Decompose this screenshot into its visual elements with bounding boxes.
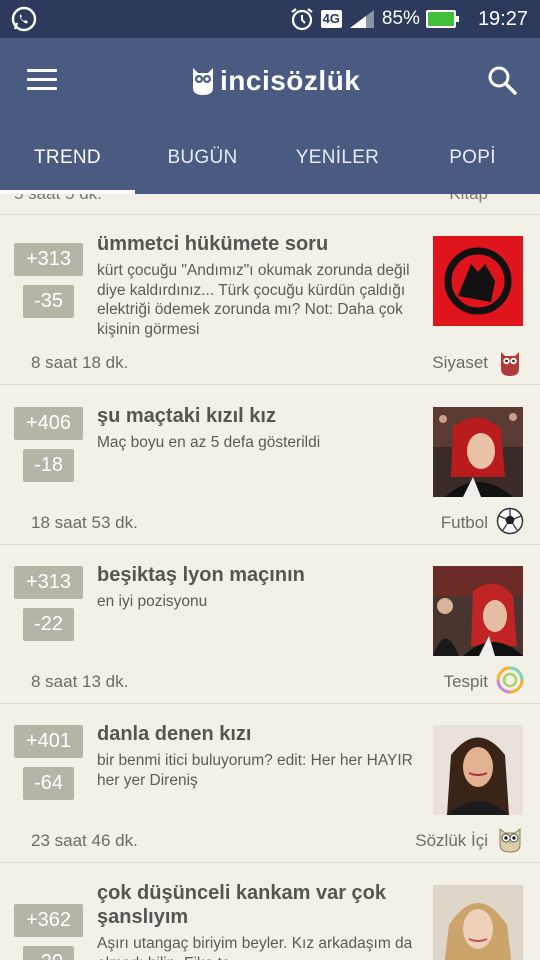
- list-item[interactable]: +406 -18 şu maçtaki kızıl kız Maç boyu e…: [0, 385, 540, 545]
- owl-icon: [499, 827, 521, 853]
- entry-time: 23 saat 46 dk.: [31, 831, 138, 850]
- battery-percentage: 85%: [381, 8, 420, 29]
- upvote-button[interactable]: +313: [14, 243, 83, 276]
- logo-text: incisözlük: [220, 65, 361, 96]
- entry-excerpt: Aşırı utangaç biriyim beyler. Kız arkada…: [97, 935, 413, 960]
- tab-trend[interactable]: TREND: [0, 138, 135, 194]
- tab-bugun[interactable]: BUGÜN: [135, 138, 270, 194]
- upvote-button[interactable]: +406: [14, 407, 83, 440]
- entry-category[interactable]: Kitap: [449, 194, 488, 204]
- entry-category[interactable]: Siyaset: [432, 353, 488, 373]
- network-type-badge: 4G: [320, 10, 342, 28]
- entry-time: 8 saat 13 dk.: [31, 672, 129, 691]
- downvote-button[interactable]: -18: [23, 449, 74, 482]
- entry-thumbnail[interactable]: [433, 566, 523, 656]
- soccer-ball-icon: [496, 507, 524, 535]
- upvote-button[interactable]: +313: [14, 566, 83, 599]
- entry-thumbnail[interactable]: [433, 885, 523, 960]
- whatsapp-icon: [11, 6, 37, 32]
- tab-yeniler[interactable]: YENİLER: [270, 138, 405, 194]
- signal-icon: [349, 10, 374, 28]
- tab-popi[interactable]: POPİ: [405, 138, 540, 194]
- downvote-button[interactable]: -35: [23, 285, 74, 318]
- entry-time: 8 saat 18 dk.: [31, 353, 129, 372]
- entry-thumbnail[interactable]: [433, 407, 523, 497]
- list-item[interactable]: 5 saat 5 dk. Kitap: [0, 194, 540, 215]
- entry-title[interactable]: şu maçtaki kızıl kız: [97, 404, 417, 428]
- entry-thumbnail[interactable]: [433, 725, 523, 815]
- entry-feed[interactable]: 5 saat 5 dk. Kitap +313 -35 ümmetci hükü…: [0, 194, 540, 960]
- lens-icon: [496, 666, 524, 694]
- entry-thumbnail[interactable]: [433, 236, 523, 326]
- owl-flag-icon: [501, 352, 519, 376]
- entry-category[interactable]: Sözlük İçi: [415, 831, 488, 851]
- entry-title[interactable]: danla denen kızı: [97, 722, 417, 746]
- downvote-button[interactable]: -22: [23, 608, 74, 641]
- entry-title[interactable]: ümmetci hükümete soru: [97, 232, 417, 256]
- list-item[interactable]: +362 -20 çok düşünceli kankam var çok şa…: [0, 863, 540, 960]
- alarm-icon: [290, 8, 313, 31]
- entry-excerpt: kürt çocuğu "Andımız"ı okumak zorunda de…: [97, 262, 410, 338]
- entry-category[interactable]: Futbol: [441, 513, 488, 533]
- entry-time: 18 saat 53 dk.: [31, 513, 138, 532]
- menu-icon[interactable]: [27, 69, 57, 91]
- list-item[interactable]: +313 -22 beşiktaş lyon maçının en iyi po…: [0, 545, 540, 704]
- entry-excerpt: bir benmi itici buluyorum? edit: Her her…: [97, 752, 413, 789]
- tab-bar: TREND BUGÜN YENİLER POPİ: [0, 138, 540, 194]
- status-bar: 4G 85% 19:27: [0, 0, 540, 38]
- upvote-button[interactable]: +362: [14, 904, 83, 937]
- list-item[interactable]: +401 -64 danla denen kızı bir benmi itic…: [0, 704, 540, 863]
- list-item[interactable]: +313 -35 ümmetci hükümete soru kürt çocu…: [0, 214, 540, 385]
- app-logo[interactable]: incisözlük: [190, 63, 360, 99]
- battery-charging-icon: [425, 10, 459, 28]
- app-bar: incisözlük TREND BUGÜN YENİLER POPİ: [0, 38, 540, 194]
- entry-excerpt: Maç boyu en az 5 defa gösterildi: [97, 434, 321, 451]
- entry-excerpt: en iyi pozisyonu: [97, 593, 208, 610]
- entry-title[interactable]: çok düşünceli kankam var çok şanslıyım: [97, 881, 417, 929]
- search-icon[interactable]: [486, 64, 518, 96]
- downvote-button[interactable]: -64: [23, 767, 74, 800]
- owl-logo-icon: [193, 68, 213, 95]
- downvote-button[interactable]: -20: [23, 946, 74, 960]
- entry-category[interactable]: Tespit: [444, 672, 488, 692]
- upvote-button[interactable]: +401: [14, 725, 83, 758]
- clock: 19:27: [477, 7, 528, 30]
- entry-time: 5 saat 5 dk.: [14, 194, 102, 204]
- entry-title[interactable]: beşiktaş lyon maçının: [97, 563, 417, 587]
